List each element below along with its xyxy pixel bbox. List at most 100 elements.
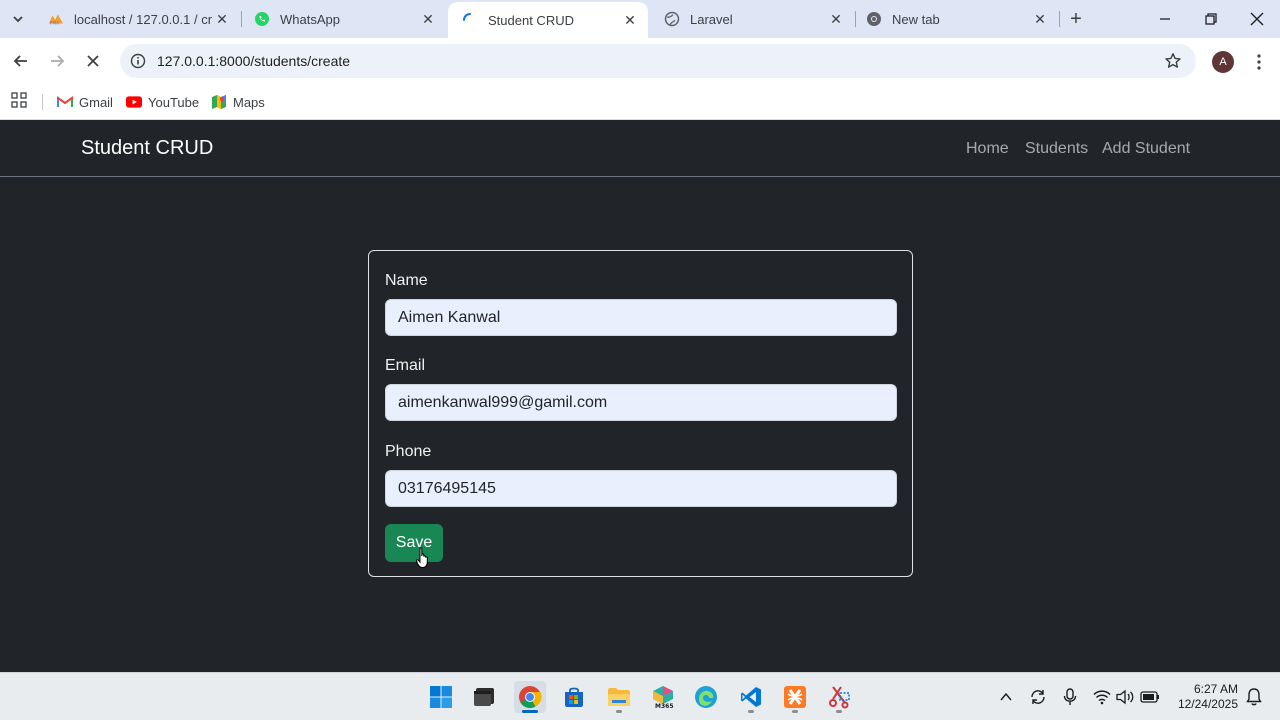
name-input[interactable]	[385, 299, 897, 336]
taskbar-snipping-tool[interactable]	[823, 681, 855, 713]
microphone-icon[interactable]	[1060, 687, 1080, 707]
tab-strip: PMA localhost / 127.0.0.1 / cru ✕ WhatsA…	[0, 0, 1280, 38]
snipping-tool-icon	[829, 686, 850, 709]
new-tab-button[interactable]: +	[1064, 7, 1088, 31]
taskbar-chrome[interactable]	[514, 681, 546, 713]
m365-icon: M365	[653, 686, 674, 709]
vscode-icon	[741, 687, 761, 707]
gmail-icon	[57, 94, 73, 110]
tab-phpmyadmin[interactable]: PMA localhost / 127.0.0.1 / cru ✕	[34, 0, 240, 38]
site-info-icon[interactable]	[129, 52, 147, 70]
svg-text:M365: M365	[655, 703, 674, 709]
stop-loading-button[interactable]	[80, 48, 106, 74]
tab-new-tab[interactable]: New tab ✕	[852, 0, 1058, 38]
youtube-icon	[126, 94, 142, 110]
volume-icon[interactable]	[1116, 687, 1136, 707]
tab-laravel[interactable]: Laravel ✕	[650, 0, 854, 38]
tab-separator	[1059, 11, 1060, 27]
bookmark-star-icon[interactable]	[1164, 52, 1182, 70]
arrow-left-icon	[13, 55, 27, 67]
tab-student-crud[interactable]: Student CRUD ✕	[448, 2, 648, 38]
active-app-indicator	[522, 710, 538, 713]
taskbar-microsoft-store[interactable]	[558, 681, 590, 713]
close-tab-icon[interactable]: ✕	[212, 9, 232, 29]
arrow-right-icon	[51, 55, 65, 67]
system-clock[interactable]: 6:27 AM 12/24/2025	[1178, 682, 1238, 712]
nav-link-home[interactable]: Home	[966, 140, 1009, 158]
notifications-icon[interactable]	[1244, 687, 1264, 707]
running-app-indicator	[748, 710, 754, 713]
windows-start-icon	[430, 686, 452, 708]
svg-text:PMA: PMA	[50, 20, 60, 26]
student-form-card: Name Email Phone Save	[368, 250, 913, 577]
nav-link-add-student[interactable]: Add Student	[1102, 140, 1190, 158]
chevron-up-icon[interactable]	[996, 687, 1016, 707]
running-app-indicator	[616, 710, 622, 713]
bookmark-maps[interactable]: Maps	[211, 90, 265, 114]
phone-label: Phone	[385, 443, 432, 460]
address-bar[interactable]: 127.0.0.1:8000/students/create	[120, 44, 1196, 78]
nav-link-students[interactable]: Students	[1025, 140, 1088, 158]
plus-icon: +	[1070, 7, 1082, 30]
close-window-button[interactable]	[1234, 0, 1280, 38]
name-label: Name	[385, 272, 428, 289]
close-icon	[87, 55, 99, 67]
clock-time: 6:27 AM	[1193, 682, 1238, 696]
bookmarks-separator	[42, 94, 43, 110]
bookmarks-bar: Gmail YouTube Maps	[0, 84, 1280, 120]
taskbar-terminal[interactable]	[468, 681, 500, 713]
terminal-icon	[474, 688, 494, 706]
taskbar-m365[interactable]: M365	[647, 681, 679, 713]
profile-avatar[interactable]: A	[1212, 51, 1234, 73]
back-button[interactable]	[8, 48, 34, 74]
windows-taskbar: M365 6:27 AM 12/24/2025	[0, 672, 1280, 720]
chrome-icon	[519, 686, 542, 708]
chevron-down-icon	[13, 16, 23, 23]
email-input[interactable]	[385, 384, 897, 421]
globe-icon	[664, 11, 680, 27]
taskbar-file-explorer[interactable]	[603, 681, 635, 713]
close-tab-icon[interactable]: ✕	[620, 10, 640, 30]
email-label: Email	[385, 357, 426, 374]
hand-pointer-cursor-icon	[416, 547, 428, 568]
tab-search-button[interactable]	[6, 7, 30, 31]
edge-icon	[695, 686, 717, 708]
restore-button[interactable]	[1188, 0, 1234, 38]
taskbar-vscode[interactable]	[735, 681, 767, 713]
file-explorer-icon	[608, 688, 630, 706]
sync-icon[interactable]	[1028, 687, 1048, 707]
taskbar-edge[interactable]	[690, 681, 722, 713]
more-vertical-icon	[1257, 54, 1261, 70]
bookmark-youtube[interactable]: YouTube	[126, 90, 199, 114]
chrome-icon	[866, 11, 882, 27]
clock-date: 12/24/2025	[1177, 697, 1238, 711]
bookmark-gmail[interactable]: Gmail	[57, 90, 113, 114]
loading-spinner-icon	[462, 12, 478, 28]
url-text: 127.0.0.1:8000/students/create	[157, 53, 351, 69]
maps-icon	[211, 94, 227, 110]
wifi-icon[interactable]	[1092, 687, 1112, 707]
browser-menu-button[interactable]	[1251, 51, 1267, 73]
navbar-brand[interactable]: Student CRUD	[81, 137, 213, 160]
close-tab-icon[interactable]: ✕	[826, 9, 846, 29]
restore-icon	[1205, 13, 1217, 25]
running-app-indicator	[792, 710, 798, 713]
tab-whatsapp[interactable]: WhatsApp ✕	[240, 0, 446, 38]
save-button[interactable]: Save	[385, 524, 443, 562]
minimize-icon	[1160, 18, 1170, 20]
running-app-indicator	[836, 710, 842, 713]
close-icon	[1250, 12, 1264, 26]
minimize-button[interactable]	[1142, 0, 1188, 38]
phpmyadmin-icon: PMA	[48, 11, 64, 27]
start-button[interactable]	[425, 681, 457, 713]
close-tab-icon[interactable]: ✕	[1030, 9, 1050, 29]
close-tab-icon[interactable]: ✕	[418, 9, 438, 29]
taskbar-xampp[interactable]	[779, 681, 811, 713]
phone-input[interactable]	[385, 470, 897, 507]
app-navbar: Student CRUD Home Students Add Student	[0, 120, 1280, 177]
battery-icon[interactable]	[1140, 687, 1160, 707]
forward-button[interactable]	[44, 48, 70, 74]
apps-grid-icon[interactable]	[11, 92, 27, 108]
xampp-icon	[784, 686, 806, 708]
microsoft-store-icon	[565, 687, 583, 707]
